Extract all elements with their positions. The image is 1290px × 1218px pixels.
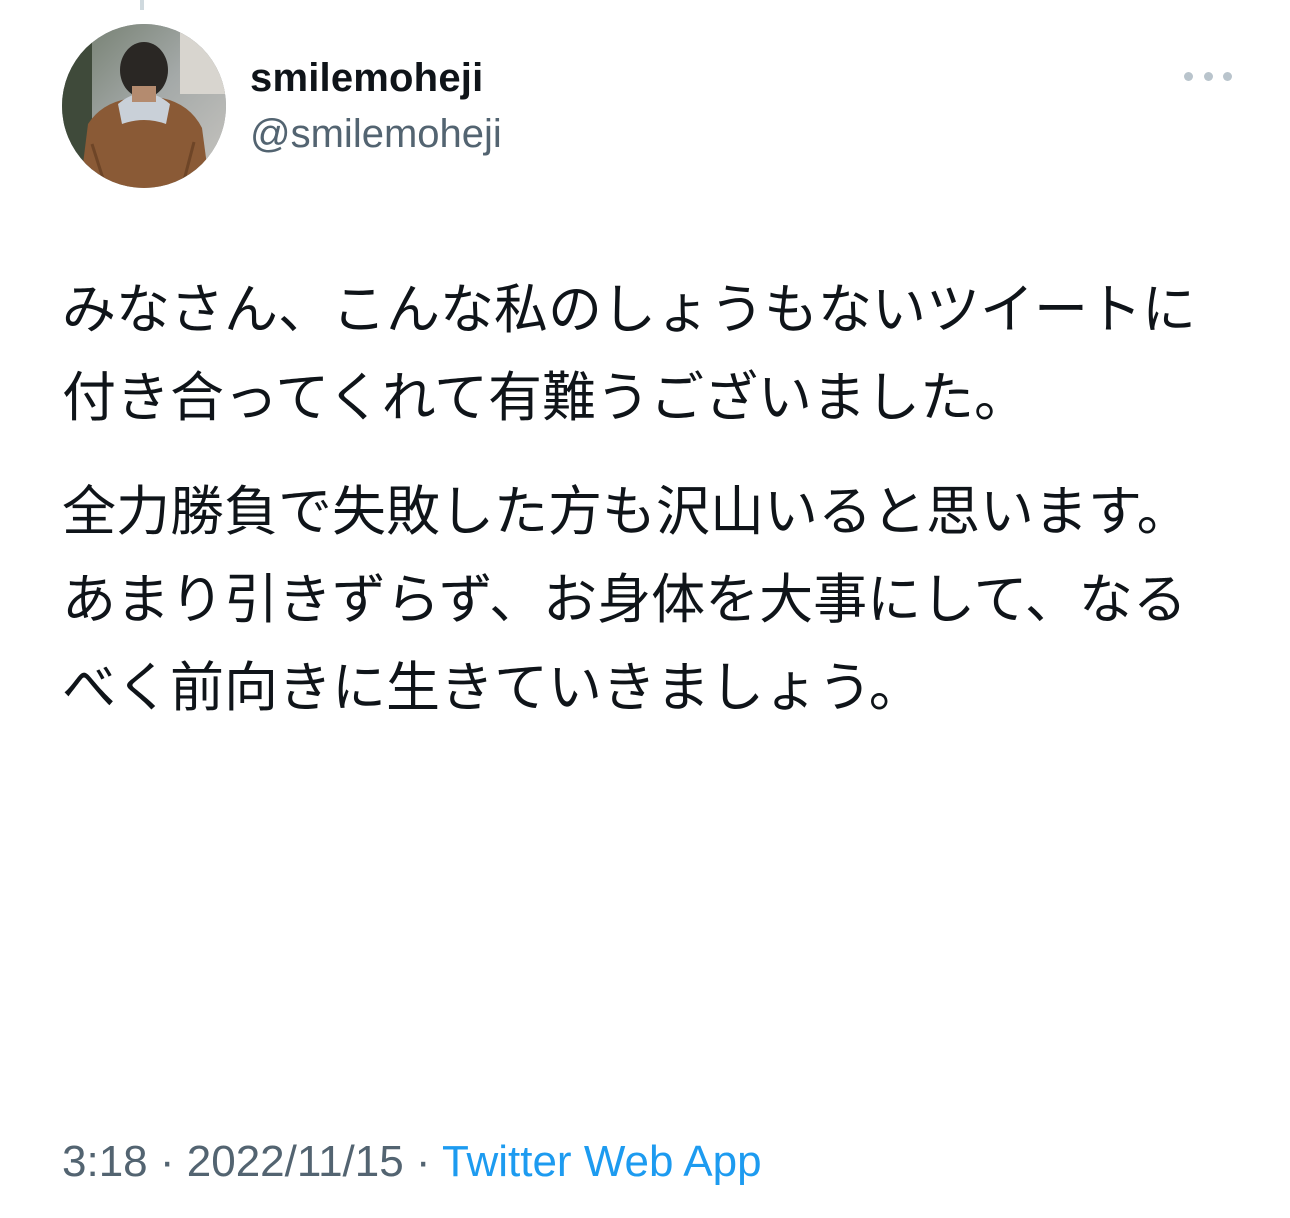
meta-separator: · xyxy=(147,1137,187,1186)
more-options-button[interactable] xyxy=(1184,62,1232,90)
thread-line xyxy=(140,0,144,10)
tweet-text: みなさん、こんな私のしょうもないツイートに付き合ってくれて有難うございました。 … xyxy=(62,266,1237,732)
tweet-paragraph: 全力勝負で失敗した方も沢山いると思います。 xyxy=(62,480,1191,543)
more-horizontal-icon xyxy=(1203,71,1213,81)
display-name[interactable]: smilemoheji xyxy=(250,54,502,102)
profile-photo-icon xyxy=(62,24,226,188)
author-names: smilemoheji @smilemoheji xyxy=(250,54,502,158)
tweet-header: smilemoheji @smilemoheji xyxy=(62,24,1232,190)
meta-separator: · xyxy=(403,1137,443,1186)
avatar[interactable] xyxy=(62,24,226,188)
tweet-meta: 3:18 · 2022/11/15 · Twitter Web App xyxy=(62,1136,762,1188)
tweet-source-link[interactable]: Twitter Web App xyxy=(442,1137,762,1186)
handle[interactable]: @smilemoheji xyxy=(250,110,502,158)
tweet-date[interactable]: 2022/11/15 xyxy=(187,1137,404,1186)
more-horizontal-icon xyxy=(1223,71,1232,81)
tweet-paragraph: あまり引きずらず、お身体を大事にして、なるべく前向きに生きていきましょう。 xyxy=(62,568,1187,719)
more-horizontal-icon xyxy=(1184,71,1193,81)
tweet-paragraph: みなさん、こんな私のしょうもないツイートに付き合ってくれて有難うございました。 xyxy=(62,278,1196,429)
tweet-time[interactable]: 3:18 xyxy=(62,1137,148,1186)
